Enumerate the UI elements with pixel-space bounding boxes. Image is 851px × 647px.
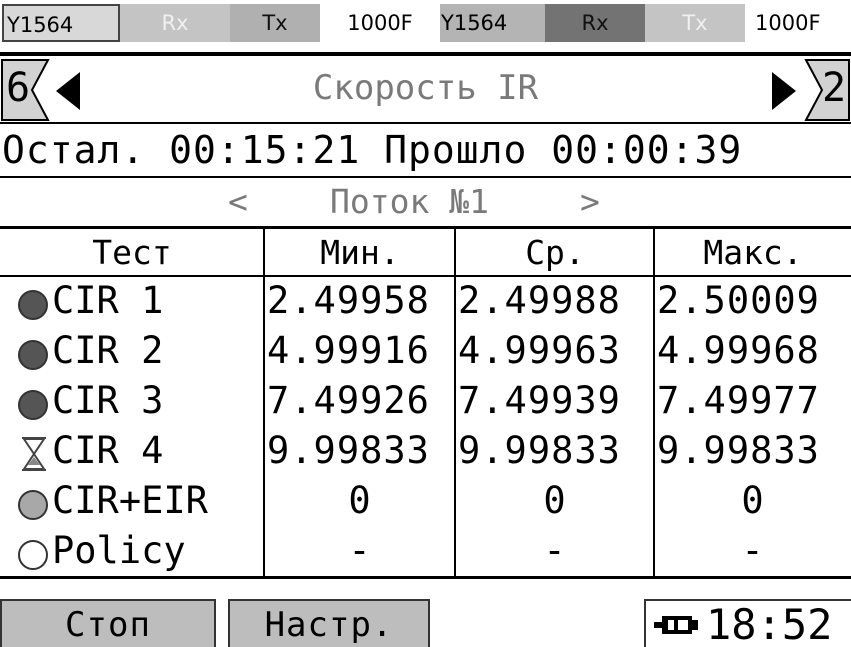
port1-id: Y1564 — [2, 4, 120, 42]
value-min: 0 — [348, 479, 372, 522]
value-avg: 0 — [543, 479, 567, 522]
filled-dark-circle-icon — [18, 290, 48, 320]
value-min: 9.99833 — [267, 429, 430, 472]
value-max: 2.50009 — [657, 279, 820, 322]
value-max: 0 — [741, 479, 765, 522]
filled-dark-circle-icon — [18, 390, 48, 420]
remaining-time: 00:15:21 — [169, 128, 361, 172]
test-name: Policy — [52, 529, 186, 572]
page-title: Скорость IR — [312, 68, 539, 108]
filled-gray-circle-icon — [18, 490, 48, 520]
value-max: - — [741, 529, 765, 572]
port2-tx: Tx — [645, 4, 745, 42]
value-min: 7.49926 — [267, 379, 430, 422]
header-min: Мин. — [320, 233, 400, 272]
value-max: 4.99968 — [657, 329, 820, 372]
elapsed-time: 00:00:39 — [551, 128, 743, 172]
header-max: Макс. — [703, 233, 803, 272]
timer-row: Остал. 00:15:21 Прошло 00:00:39 — [2, 124, 851, 176]
value-avg: 9.99833 — [458, 429, 621, 472]
value-min: 4.99916 — [267, 329, 430, 372]
value-avg: 2.49988 — [458, 279, 621, 322]
battery-plug-icon — [654, 616, 698, 634]
port1-mode: 1000F — [320, 4, 440, 42]
test-name: CIR 1 — [52, 279, 164, 322]
device-screen: Y1564 Rx Tx 1000F Y1564 Rx Tx 1000F 6 Ск… — [0, 0, 851, 647]
test-name: CIR 3 — [52, 379, 164, 422]
port2-rx: Rx — [545, 4, 645, 42]
stream-label: Поток №1 — [330, 182, 489, 221]
status-bar: Y1564 Rx Tx 1000F Y1564 Rx Tx 1000F — [0, 0, 851, 54]
test-name: CIR+EIR — [52, 479, 208, 522]
value-min: 2.49958 — [267, 279, 430, 322]
stream-prev-arrow[interactable]: < — [228, 178, 248, 226]
remaining-label: Остал. — [2, 128, 146, 172]
clock: 18:52 — [706, 600, 833, 647]
value-avg: - — [543, 529, 567, 572]
port1-tx: Tx — [230, 4, 320, 42]
settings-button[interactable]: Настр. — [228, 599, 430, 647]
header-test: Тест — [92, 233, 172, 272]
table-bottom-line — [0, 576, 851, 579]
stream-next-arrow[interactable]: > — [580, 178, 600, 226]
value-avg: 7.49939 — [458, 379, 621, 422]
port1-rx: Rx — [120, 4, 230, 42]
test-name: CIR 4 — [52, 429, 164, 472]
right-arrow-icon[interactable] — [770, 72, 796, 110]
clock-box: 18:52 — [644, 599, 851, 647]
empty-circle-icon — [18, 540, 48, 570]
value-max: 9.99833 — [657, 429, 820, 472]
port2-mode: 1000F — [745, 4, 851, 42]
hourglass-icon — [22, 437, 46, 471]
header-avg: Ср. — [525, 233, 585, 272]
port2-id: Y1564 — [440, 4, 545, 42]
stream-selector: < Поток №1 > — [0, 178, 851, 226]
value-max: 7.49977 — [657, 379, 820, 422]
stop-button[interactable]: Стоп — [0, 599, 216, 647]
value-min: - — [348, 529, 372, 572]
next-page-number[interactable]: 2 — [822, 58, 846, 120]
test-name: CIR 2 — [52, 329, 164, 372]
elapsed-label: Прошло — [384, 128, 528, 172]
filled-dark-circle-icon — [18, 340, 48, 370]
value-avg: 4.99963 — [458, 329, 621, 372]
navigation-row: 6 Скорость IR 2 — [0, 56, 851, 124]
